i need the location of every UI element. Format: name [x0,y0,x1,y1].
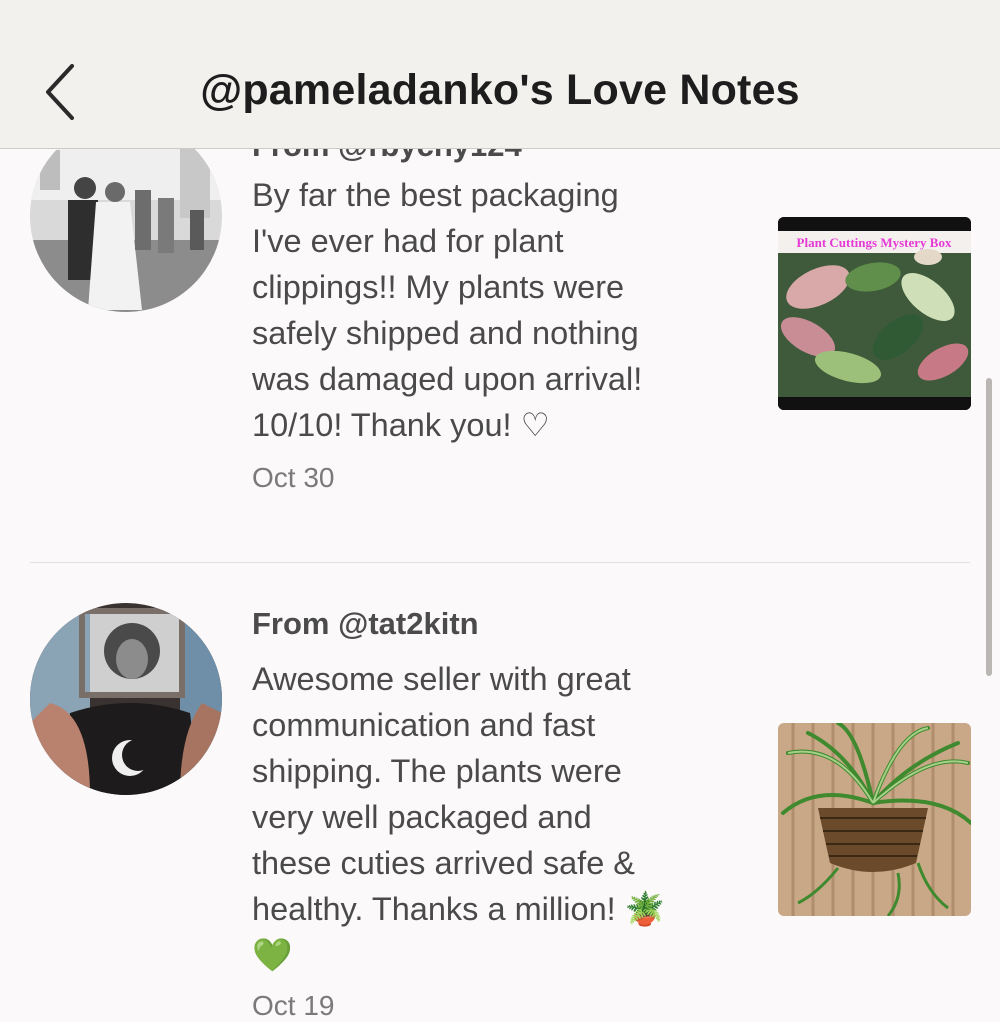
avatar[interactable] [30,603,222,795]
top-bar: @pameladanko's Love Notes [0,0,1000,149]
avatar-photo [30,603,222,795]
spider-plant-image [778,723,971,916]
note-author[interactable]: From @tat2kitn [252,606,479,642]
note-text-line: Awesome seller with great [252,661,631,697]
note-text-line: 💚 [252,937,293,973]
note-text-line: shipping. The plants were [252,753,622,789]
note-text: Awesome seller with great communication … [252,656,752,978]
note-text-line: I've ever had for plant [252,223,564,259]
love-notes-feed[interactable]: From @rbycny124 By far the best packagin… [0,0,1000,1021]
note-text-line: healthy. Thanks a million! 🪴 [252,891,666,927]
note-text-line: clippings!! My plants were [252,269,625,305]
note-text-line: By far the best packaging [252,177,619,213]
listing-thumbnail[interactable] [778,723,971,916]
plant-cuttings-image: Plant Cuttings Mystery Box [778,217,971,410]
note-text-line: was damaged upon arrival! [252,361,643,397]
page-title: @pameladanko's Love Notes [200,66,800,114]
thumbnail-caption: Plant Cuttings Mystery Box [797,235,952,250]
note-text: By far the best packaging I've ever had … [252,172,752,448]
note-date: Oct 30 [252,462,335,493]
scrollbar[interactable] [986,378,992,676]
note-text-line: very well packaged and [252,799,592,835]
note-date: Oct 19 [252,990,335,1021]
note-text-line: communication and fast [252,707,596,743]
note-text-line: safely shipped and nothing [252,315,639,351]
divider [30,562,970,563]
listing-thumbnail[interactable]: Plant Cuttings Mystery Box [778,217,971,410]
note-text-line: these cuties arrived safe & [252,845,635,881]
note-text-line: 10/10! Thank you! ♡ [252,407,550,443]
